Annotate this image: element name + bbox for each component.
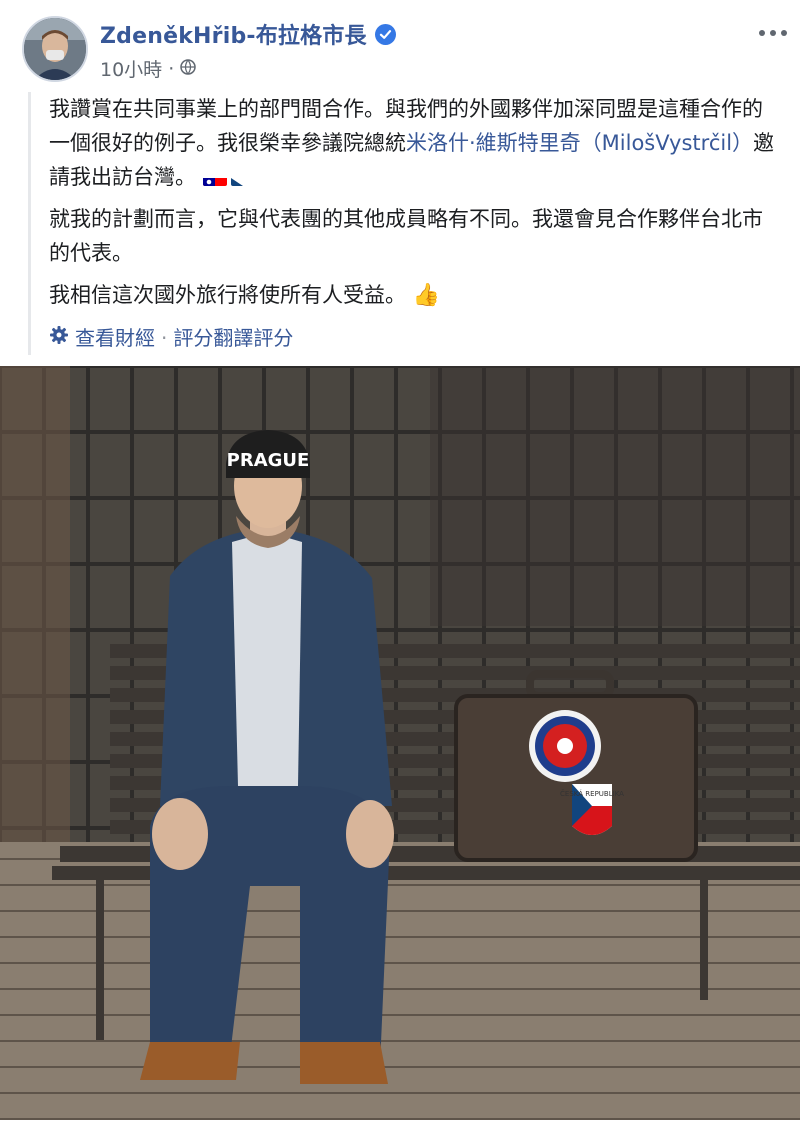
- translation-separator: ·: [161, 326, 168, 350]
- meta-dot: ·: [168, 57, 175, 80]
- thumbs-up-icon: 👍: [412, 283, 441, 308]
- senate-president-link[interactable]: 米洛什·維斯特里奇（MilošVystrčil）: [406, 131, 753, 155]
- post-photo[interactable]: ČESKÁ REPUBLIKA PRAGUE: [0, 366, 800, 1120]
- cap-text: PRAGUE: [227, 450, 310, 471]
- more-options-icon[interactable]: [758, 14, 788, 44]
- post-paragraph-1: 我讚賞在共同事業上的部門間合作。與我們的外國夥伴加深同盟是這種合作的一個很好的例…: [49, 92, 780, 194]
- gear-icon: [49, 321, 69, 355]
- taiwan-flag-icon: [202, 170, 227, 186]
- avatar-photo: [24, 18, 86, 80]
- czech-sticker-text: ČESKÁ REPUBLIKA: [560, 789, 624, 798]
- globe-icon: [180, 58, 196, 80]
- post-body: 我讚賞在共同事業上的部門間合作。與我們的外國夥伴加深同盟是這種合作的一個很好的例…: [28, 92, 780, 355]
- post-paragraph-2: 就我的計劃而言，它與代表團的其他成員略有不同。我還會見合作夥伴台北市的代表。: [49, 207, 763, 265]
- author-avatar[interactable]: [22, 16, 88, 82]
- post-timestamp[interactable]: 10小時: [100, 55, 162, 82]
- post-header: ZdeněkHřib-布拉格市長 10小時 ·: [0, 0, 800, 90]
- author-name[interactable]: ZdeněkHřib-布拉格市長: [100, 18, 367, 50]
- paragraph-3-text: 我相信這次國外旅行將使所有人受益。: [49, 283, 406, 307]
- czech-flag-icon: [230, 170, 255, 186]
- rate-translation-link[interactable]: 評分翻譯評分: [173, 321, 293, 355]
- photo-illustration: ČESKÁ REPUBLIKA PRAGUE: [0, 366, 800, 1120]
- verified-badge-icon: [374, 23, 396, 45]
- post-paragraph-3: 我相信這次國外旅行將使所有人受益。 👍: [49, 278, 780, 313]
- see-original-link[interactable]: 查看財經: [75, 321, 155, 355]
- translation-bar: 查看財經 · 評分翻譯評分: [49, 321, 780, 355]
